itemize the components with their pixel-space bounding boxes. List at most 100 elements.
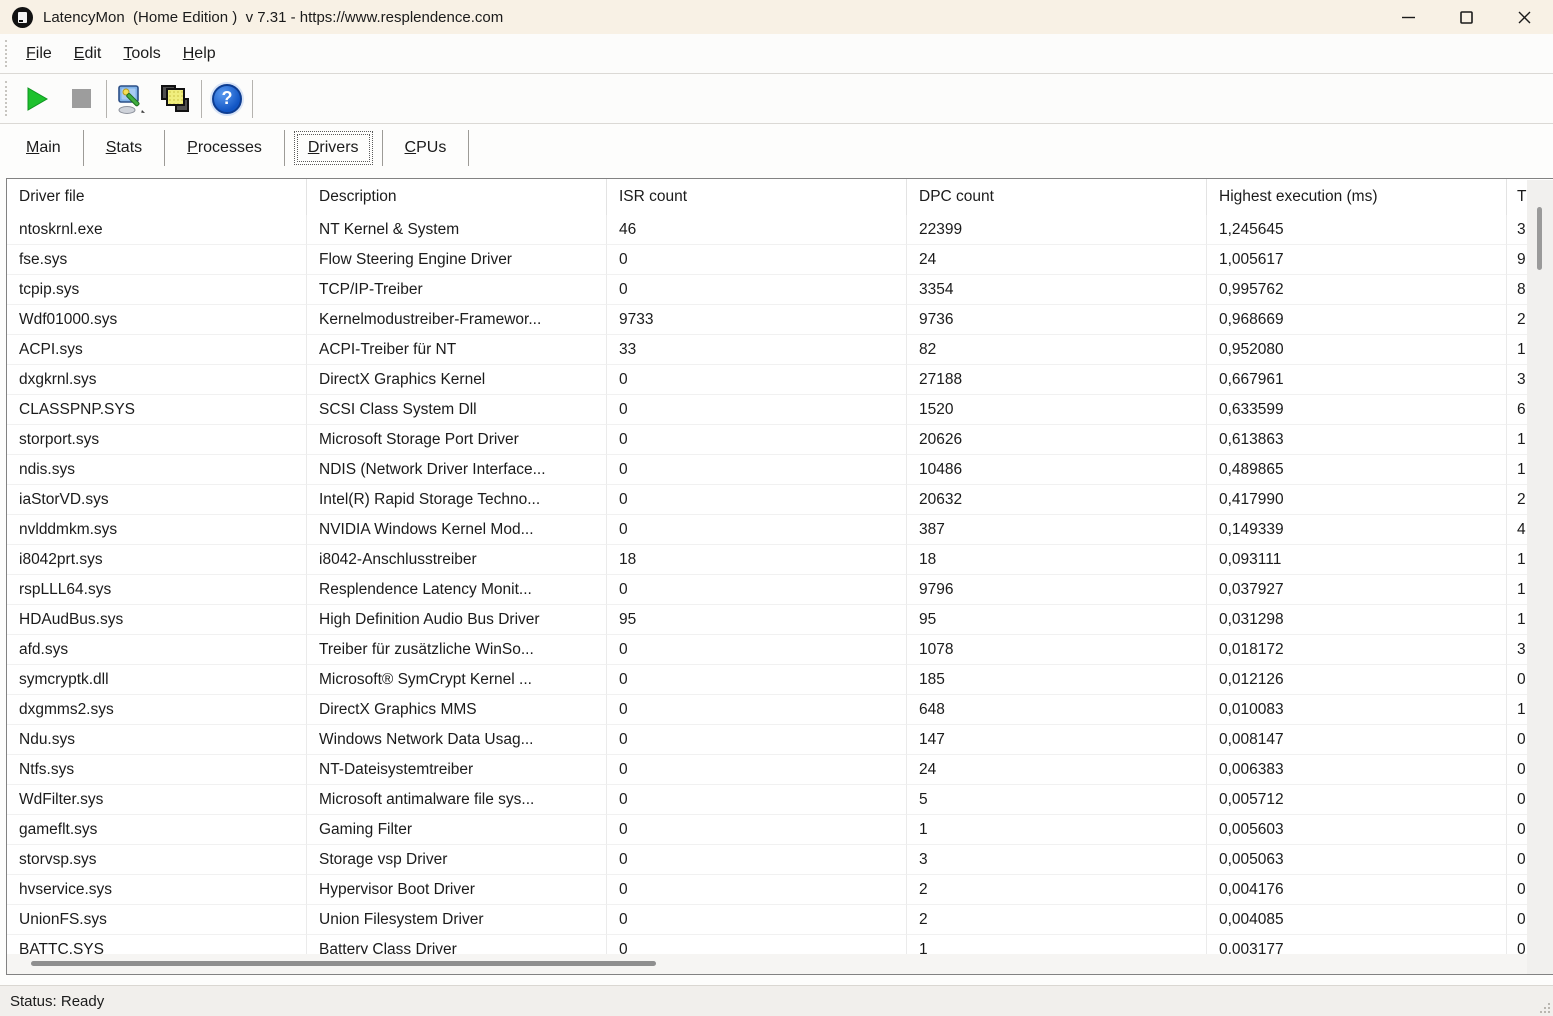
vertical-scrollbar[interactable] [1527,180,1553,975]
tab-drivers[interactable]: Drivers [297,134,370,162]
copy-button[interactable] [154,78,198,120]
horizontal-scrollbar-thumb[interactable] [31,961,656,966]
cell-dpc: 20626 [907,425,1207,455]
cell-dpc: 648 [907,695,1207,725]
cell-dpc: 1078 [907,635,1207,665]
resize-grip-icon[interactable] [1538,1001,1550,1013]
maximize-button[interactable] [1437,0,1495,34]
vertical-scrollbar-thumb[interactable] [1537,207,1542,270]
table-row[interactable]: Wdf01000.sysKernelmodustreiber-Framewor.… [7,305,1553,335]
tab-cpus[interactable]: CPUs [389,133,463,163]
cell-dpc: 18 [907,545,1207,575]
menu-help[interactable]: Help [172,41,227,67]
report-button[interactable] [110,78,154,120]
column-header-description[interactable]: Description [307,179,607,215]
table-row[interactable]: hvservice.sysHypervisor Boot Driver020,0… [7,875,1553,905]
help-button[interactable]: ? [205,78,249,120]
table-row[interactable]: BATTC.SYSBattery Class Driver010,0031770 [7,935,1553,956]
table-row[interactable]: iaStorVD.sysIntel(R) Rapid Storage Techn… [7,485,1553,515]
copy-icon [161,84,191,114]
cell-isr: 0 [607,695,907,725]
column-header-driver-file[interactable]: Driver file [7,179,307,215]
cell-description: TCP/IP-Treiber [307,275,607,305]
close-button[interactable] [1495,0,1553,34]
table-row[interactable]: WdFilter.sysMicrosoft antimalware file s… [7,785,1553,815]
cell-dpc: 1 [907,815,1207,845]
horizontal-scrollbar[interactable] [7,954,1527,974]
table-row[interactable]: UnionFS.sysUnion Filesystem Driver020,00… [7,905,1553,935]
cell-highest: 0,012126 [1207,665,1507,695]
table-row[interactable]: tcpip.sysTCP/IP-Treiber033540,9957628 [7,275,1553,305]
cell-dpc: 1 [907,935,1207,956]
cell-dpc: 24 [907,245,1207,275]
cell-description: NT Kernel & System [307,215,607,245]
cell-isr: 0 [607,425,907,455]
cell-dpc: 2 [907,875,1207,905]
cell-dpc: 387 [907,515,1207,545]
tab-main[interactable]: Main [10,133,77,163]
cell-highest: 0,010083 [1207,695,1507,725]
table-row[interactable]: dxgmms2.sysDirectX Graphics MMS06480,010… [7,695,1553,725]
cell-dpc: 3 [907,845,1207,875]
cell-isr: 0 [607,635,907,665]
table-row[interactable]: afd.sysTreiber für zusätzliche WinSo...0… [7,635,1553,665]
window-controls [1379,0,1553,34]
table-row[interactable]: storvsp.sysStorage vsp Driver030,0050630 [7,845,1553,875]
cell-dpc: 9796 [907,575,1207,605]
table-row[interactable]: gameflt.sysGaming Filter010,0056030 [7,815,1553,845]
cell-driver: symcryptk.dll [7,665,307,695]
menubar-gripper [5,40,9,67]
cell-highest: 0,005063 [1207,845,1507,875]
toolbar: ? [0,74,1553,124]
column-header-highest-execution[interactable]: Highest execution (ms) [1207,179,1507,215]
table-row[interactable]: ndis.sysNDIS (Network Driver Interface..… [7,455,1553,485]
cell-driver: Ntfs.sys [7,755,307,785]
cell-description: Microsoft® SymCrypt Kernel ... [307,665,607,695]
table-row[interactable]: i8042prt.sysi8042-Anschlusstreiber18180,… [7,545,1553,575]
cell-highest: 0,995762 [1207,275,1507,305]
cell-isr: 0 [607,485,907,515]
stop-monitor-button[interactable] [59,78,103,120]
cell-isr: 0 [607,935,907,956]
menu-file[interactable]: File [15,41,63,67]
column-header-isr-count[interactable]: ISR count [607,179,907,215]
table-row[interactable]: CLASSPNP.SYSSCSI Class System Dll015200,… [7,395,1553,425]
toolbar-separator [201,80,202,118]
table-row[interactable]: Ntfs.sysNT-Dateisystemtreiber0240,006383… [7,755,1553,785]
cell-dpc: 10486 [907,455,1207,485]
table-row[interactable]: nvlddmkm.sysNVIDIA Windows Kernel Mod...… [7,515,1553,545]
cell-isr: 0 [607,875,907,905]
tab-processes[interactable]: Processes [171,133,278,163]
cell-highest: 0,952080 [1207,335,1507,365]
table-row[interactable]: rspLLL64.sysResplendence Latency Monit..… [7,575,1553,605]
table-row[interactable]: fse.sysFlow Steering Engine Driver0241,0… [7,245,1553,275]
cell-highest: 0,968669 [1207,305,1507,335]
cell-highest: 0,005603 [1207,815,1507,845]
table-row[interactable]: storport.sysMicrosoft Storage Port Drive… [7,425,1553,455]
table-row[interactable]: ACPI.sysACPI-Treiber für NT33820,9520801 [7,335,1553,365]
column-header-dpc-count[interactable]: DPC count [907,179,1207,215]
menu-tools[interactable]: Tools [112,41,171,67]
start-monitor-button[interactable] [15,78,59,120]
cell-description: SCSI Class System Dll [307,395,607,425]
cell-dpc: 82 [907,335,1207,365]
table-body: ntoskrnl.exeNT Kernel & System46223991,2… [7,215,1553,956]
cell-highest: 0,018172 [1207,635,1507,665]
table-row[interactable]: HDAudBus.sysHigh Definition Audio Bus Dr… [7,605,1553,635]
table-row[interactable]: dxgkrnl.sysDirectX Graphics Kernel027188… [7,365,1553,395]
table-header: Driver file Description ISR count DPC co… [7,179,1553,215]
table-row[interactable]: ntoskrnl.exeNT Kernel & System46223991,2… [7,215,1553,245]
minimize-button[interactable] [1379,0,1437,34]
cell-description: DirectX Graphics Kernel [307,365,607,395]
cell-isr: 9733 [607,305,907,335]
cell-driver: dxgkrnl.sys [7,365,307,395]
tab-stats[interactable]: Stats [90,133,158,163]
menu-edit[interactable]: Edit [63,41,113,67]
table-row[interactable]: Ndu.sysWindows Network Data Usag...01470… [7,725,1553,755]
cell-highest: 1,005617 [1207,245,1507,275]
cell-highest: 0,037927 [1207,575,1507,605]
table-row[interactable]: symcryptk.dllMicrosoft® SymCrypt Kernel … [7,665,1553,695]
cell-description: Battery Class Driver [307,935,607,956]
cell-isr: 0 [607,785,907,815]
cell-highest: 0,006383 [1207,755,1507,785]
